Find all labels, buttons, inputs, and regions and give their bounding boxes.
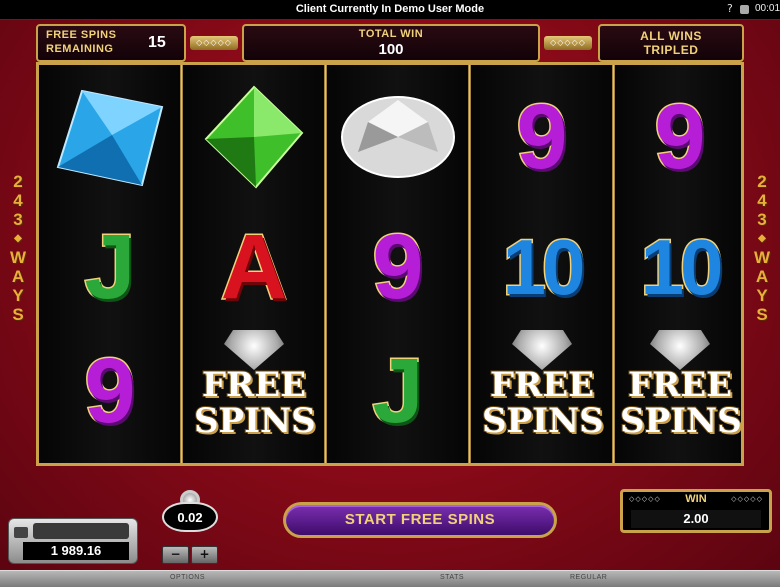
- sound-icon[interactable]: [740, 5, 749, 14]
- free-spins-symbol: FREE SPINS: [615, 327, 745, 451]
- diamond-strip-right: ◇◇◇◇◇: [544, 36, 592, 50]
- nine-symbol: 9: [83, 338, 137, 443]
- free-spins-symbol: FREE SPINS: [477, 327, 607, 451]
- nine-symbol: 9: [515, 84, 569, 189]
- nine-symbol: 9: [371, 214, 425, 319]
- free-spins-count: 15: [148, 34, 166, 51]
- white-diamond-symbol: [333, 75, 463, 199]
- free-spins-remaining-panel: FREE SPINS REMAINING 15: [36, 24, 186, 62]
- balance-display: 1 989.16: [8, 518, 138, 564]
- blue-gem-icon: [56, 89, 164, 187]
- help-icon[interactable]: ?: [727, 2, 733, 15]
- ten-symbol: 10: [501, 221, 587, 312]
- diamond-ring-icon: [224, 330, 284, 370]
- wallet-icon: [14, 527, 28, 538]
- jack-symbol: J: [83, 214, 137, 319]
- jack-symbol: J: [371, 338, 425, 443]
- reel-5: 9 10 FREE SPINS: [615, 65, 743, 463]
- coin-decrease-button[interactable]: −: [162, 546, 189, 564]
- tripled-label: TRIPLED: [643, 43, 699, 57]
- free-spins-symbol: FREE SPINS: [189, 327, 319, 451]
- total-win-label: TOTAL WIN: [358, 28, 424, 40]
- coin-increase-button[interactable]: +: [191, 546, 218, 564]
- top-bar: Client Currently In Demo User Mode ? 00:…: [0, 0, 780, 20]
- coin-size-control: 0.02 − +: [162, 490, 218, 566]
- diamond-ring-icon: [512, 330, 572, 370]
- reel-4: 9 10 FREE SPINS: [471, 65, 612, 463]
- clock: 00:01: [755, 3, 780, 14]
- blue-gem-symbol: [45, 75, 175, 199]
- diamond-ring-icon: [650, 330, 710, 370]
- demo-mode-title: Client Currently In Demo User Mode: [295, 3, 485, 15]
- balance-bar: [33, 523, 129, 539]
- nine-symbol: 9: [653, 84, 707, 189]
- win-display: ◇◇◇◇◇ WIN ◇◇◇◇◇ 2.00: [620, 489, 772, 533]
- ten-symbol: 10: [639, 221, 725, 312]
- balance-value: 1 989.16: [23, 542, 129, 560]
- total-win-value: 100: [378, 41, 404, 58]
- green-gem-symbol: [189, 75, 319, 199]
- coin-size-value: 0.02: [162, 502, 218, 532]
- bottom-bar: OPTIONS STATS REGULAR: [0, 570, 780, 587]
- start-free-spins-button[interactable]: START FREE SPINS: [283, 502, 557, 538]
- ace-symbol: A: [219, 214, 288, 319]
- ways-label-right: 243 ◆ WAYS: [753, 172, 771, 324]
- total-win-panel: TOTAL WIN 100: [242, 24, 540, 62]
- ways-label-left: 243 ◆ WAYS: [9, 172, 27, 324]
- reel-1: J 9: [39, 65, 180, 463]
- green-gem-icon: [204, 85, 304, 189]
- diamond-strip-left: ◇◇◇◇◇: [190, 36, 238, 50]
- options-button[interactable]: OPTIONS: [170, 574, 205, 581]
- free-spins-label: FREE SPINS: [46, 29, 117, 41]
- diamond-row-icon: ◇◇◇◇◇: [731, 495, 763, 503]
- reel-2: A FREE SPINS: [183, 65, 324, 463]
- regular-button[interactable]: REGULAR: [570, 574, 607, 581]
- stats-button[interactable]: STATS: [440, 574, 464, 581]
- white-diamond-icon: [341, 96, 455, 178]
- all-wins-tripled-panel: ALL WINS TRIPLED: [598, 24, 744, 62]
- all-wins-label: ALL WINS: [640, 29, 702, 43]
- reel-3: 9 J: [327, 65, 468, 463]
- remaining-label: REMAINING: [46, 43, 114, 55]
- reel-frame: J 9 A FREE SPINS 9 J 9 10 FREE SPINS 9 1…: [36, 62, 744, 466]
- win-value: 2.00: [631, 510, 761, 528]
